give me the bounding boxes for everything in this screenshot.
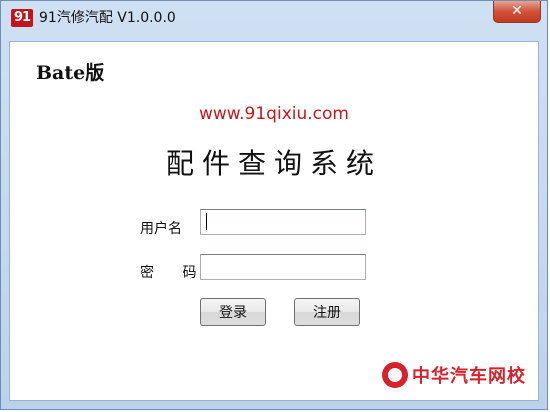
register-button[interactable]: 注册 <box>294 298 360 326</box>
username-input[interactable] <box>200 209 366 235</box>
login-panel: Bate版 www.91qixiu.com 配件查询系统 用户名 密 码 登录 … <box>9 41 539 401</box>
edition-label: Bate版 <box>36 62 105 84</box>
password-label: 密 码 <box>140 265 209 281</box>
title-bar[interactable]: 91 91汽修汽配 V1.0.0.0 ✕ <box>1 1 547 37</box>
window-title: 91汽修汽配 V1.0.0.0 <box>39 10 176 26</box>
watermark-logo-icon <box>382 362 408 388</box>
website-url: www.91qixiu.com <box>199 104 349 124</box>
username-label: 用户名 <box>140 221 182 237</box>
app-window: 91 91汽修汽配 V1.0.0.0 ✕ Bate版 www.91qixiu.c… <box>0 0 548 410</box>
text-caret <box>206 213 207 230</box>
app-logo-icon: 91 <box>11 9 33 27</box>
watermark: 中华汽车网校 <box>382 358 526 392</box>
system-title: 配件查询系统 <box>165 147 382 180</box>
watermark-text: 中华汽车网校 <box>412 366 526 387</box>
close-button[interactable]: ✕ <box>493 1 541 23</box>
login-button[interactable]: 登录 <box>200 298 266 326</box>
password-input[interactable] <box>200 254 366 280</box>
